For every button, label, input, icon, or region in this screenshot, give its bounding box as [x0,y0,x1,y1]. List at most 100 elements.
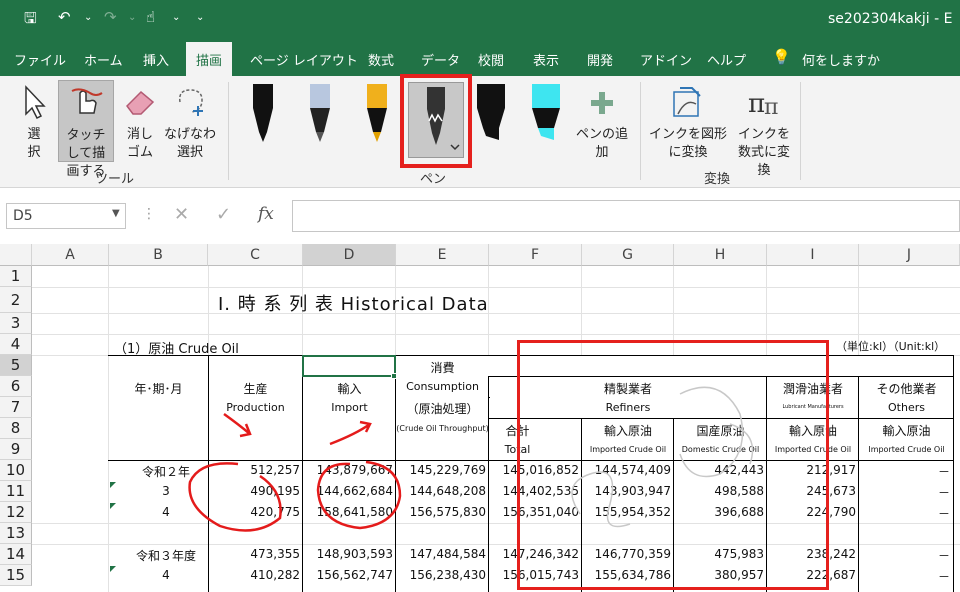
ink-to-math-button[interactable]: ππ インクを数式に変換 [732,84,796,180]
gridline [32,334,960,335]
row-header-14[interactable]: 14 [0,544,32,565]
function-icon[interactable]: fx [258,204,274,224]
import-value: 148,903,593 [316,547,393,561]
save-icon[interactable]: 🖫 [24,8,37,33]
others-imported-jp: 輸入原油 [882,424,931,438]
row-header-11[interactable]: 11 [0,481,32,502]
redo-icon[interactable]: ↷ [104,8,117,26]
column-header-b[interactable]: B [109,244,208,266]
row-header-1[interactable]: 1 [0,266,32,287]
pen-black-1[interactable] [248,82,278,148]
row-header-7[interactable]: 7 [0,397,32,418]
unit-label: （単位:kl）（Unit:kl） [836,340,946,353]
tab-help[interactable]: ヘルプ [707,50,746,69]
tab-insert[interactable]: 挿入 [143,50,169,69]
formula-input[interactable] [292,200,960,232]
row-header-5[interactable]: 5 [0,355,32,376]
name-box[interactable]: D5 [6,203,126,229]
gridline [32,313,960,314]
column-header-h[interactable]: H [674,244,767,266]
row-header-4[interactable]: 4 [0,334,32,355]
row-header-9[interactable]: 9 [0,439,32,460]
tab-page-layout[interactable]: ページ レイアウト [250,50,358,69]
tab-draw[interactable]: 描画 [186,42,233,76]
row-header-10[interactable]: 10 [0,460,32,481]
row-header-13[interactable]: 13 [0,523,32,544]
redo-dropdown-icon[interactable]: ⌄ [128,12,136,23]
tab-data[interactable]: データ [421,50,460,69]
column-header-g[interactable]: G [582,244,674,266]
production-value: 410,282 [250,568,300,582]
consumption-header: 消費 [430,361,455,375]
highlighter-cyan[interactable] [529,82,563,148]
touch-draw-button[interactable]: タッチして描画する [58,80,114,179]
tab-home[interactable]: ホーム [84,50,123,69]
tab-view[interactable]: 表示 [533,50,559,69]
production-value: 473,355 [250,547,300,561]
marker-black[interactable] [474,82,508,148]
section-title: （1）原油 Crude Oil [114,342,239,357]
column-header-d[interactable]: D [303,244,396,266]
cancel-icon[interactable]: ✕ [174,204,189,225]
pens-group-label: ペン [420,172,447,187]
tab-addins[interactable]: アドイン [640,50,692,69]
lasso-select-button[interactable]: なげなわ選択 [164,84,216,162]
eraser-icon [126,90,155,115]
ink-to-shape-button[interactable]: インクを図形に変換 [646,84,730,162]
title-bar: 🖫 ↶ ⌄ ↷ ⌄ ☝ ⌄ ⌄ se202304kakji - E [0,0,960,40]
tell-me-search[interactable]: 何をしますか [802,50,880,69]
drag-handle-icon[interactable]: ⋮ [142,206,156,222]
undo-dropdown-icon[interactable]: ⌄ [84,12,92,23]
pi-icon: ππ [748,89,778,120]
tab-review[interactable]: 校閲 [478,50,504,69]
add-pen-button[interactable]: ペンの追加 [574,88,630,162]
convert-group-label: 変換 [704,172,731,187]
tab-file[interactable]: ファイル [14,50,66,69]
select-label: 選択 [27,127,41,160]
ink-circle-production [188,462,282,532]
consumption-value: 147,484,584 [409,547,486,561]
column-header-i[interactable]: I [767,244,859,266]
row-header-6[interactable]: 6 [0,376,32,397]
column-header-j[interactable]: J [859,244,960,266]
svg-text:π: π [764,95,778,120]
tab-developer[interactable]: 開発 [587,50,613,69]
ribbon-tabs: ファイル ホーム 挿入 描画 ページ レイアウト 数式 データ 校閲 表示 開発… [0,40,960,76]
eraser-button[interactable]: 消しゴム [122,84,158,162]
column-header-f[interactable]: F [489,244,582,266]
customize-qat-icon[interactable]: ⌄ [196,12,204,23]
row-header-3[interactable]: 3 [0,313,32,334]
selected-cell-d5[interactable] [302,355,396,377]
row-header-12[interactable]: 12 [0,502,32,523]
ink-arrow-production [223,412,252,438]
select-button[interactable]: 選択 [18,84,50,162]
eraser-label: 消しゴム [127,127,154,160]
enter-icon[interactable]: ✓ [216,204,231,225]
touch-mode-icon[interactable]: ☝ [146,8,155,26]
tab-formulas[interactable]: 数式 [368,50,394,69]
row-header-15[interactable]: 15 [0,565,32,586]
namebox-dropdown-icon[interactable]: ▼ [112,208,120,219]
others-imported-en: Imported Crude Oil [868,445,945,454]
others-value: － [937,465,950,479]
row-header-8[interactable]: 8 [0,418,32,439]
touch-dropdown-icon[interactable]: ⌄ [172,12,180,23]
column-header-a[interactable]: A [32,244,109,266]
ribbon-separator [800,82,801,180]
column-header-e[interactable]: E [396,244,489,266]
pencil-gray[interactable] [305,82,335,148]
production-jp: 生産 [243,382,268,396]
table-border [489,397,490,398]
ink-circle-import [316,460,402,530]
select-all-corner[interactable] [0,244,32,266]
row-header-2[interactable]: 2 [0,287,32,313]
ink-to-math-label: インクを数式に変換 [737,127,790,178]
lightbulb-icon: 💡 [772,48,791,66]
tools-group-label: ツール [95,172,135,187]
others-jp: その他業者 [876,382,937,396]
column-header-c[interactable]: C [208,244,303,266]
undo-icon[interactable]: ↶ [58,8,71,26]
pen-yellow[interactable] [362,82,392,148]
spreadsheet-grid[interactable]: A B C D E F G H I J 1 2 3 4 5 6 7 8 9 10… [0,244,960,592]
gridline [32,287,960,288]
